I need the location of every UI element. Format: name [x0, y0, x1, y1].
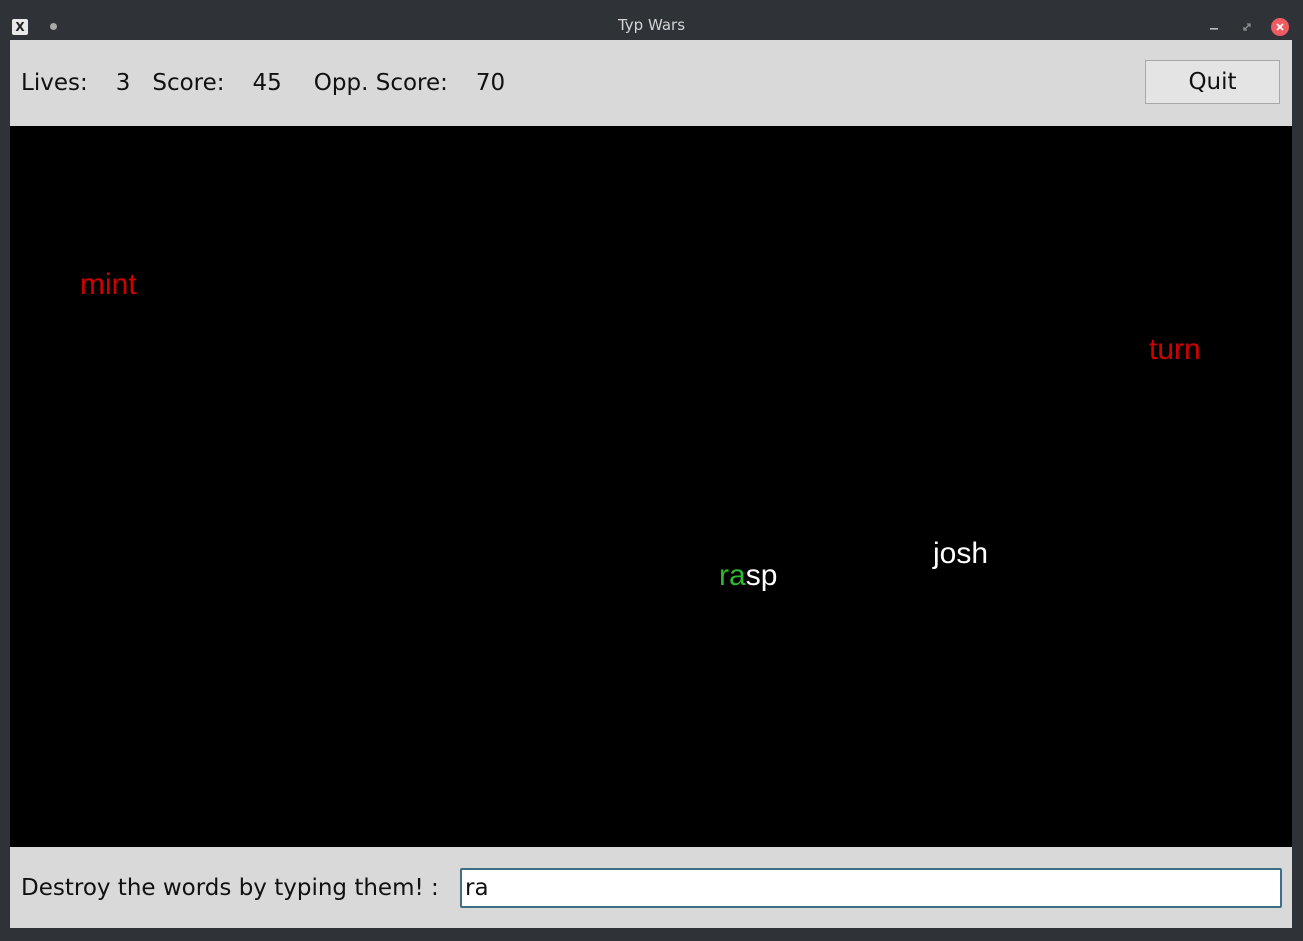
score-value: 45	[252, 70, 282, 96]
input-bar: Destroy the words by typing them! :	[10, 847, 1292, 928]
close-icon[interactable]	[1271, 18, 1289, 36]
falling-word: josh	[933, 537, 989, 570]
falling-word: mint	[80, 268, 137, 301]
typing-input[interactable]	[460, 868, 1282, 908]
title-bar[interactable]: X Typ Wars	[0, 0, 1303, 40]
minimize-icon[interactable]	[1205, 18, 1223, 36]
game-canvas[interactable]: mint turn josh rasp	[10, 126, 1292, 847]
typed-prefix: ra	[719, 559, 746, 592]
app-window: X Typ Wars Lives: 3 Score: 45 Opp. Score…	[0, 0, 1303, 941]
window-title: Typ Wars	[617, 16, 686, 34]
quit-button[interactable]: Quit	[1145, 60, 1280, 104]
remaining-suffix: sp	[745, 559, 778, 592]
opp-score-label: Opp. Score:	[313, 70, 448, 96]
falling-word: turn	[1149, 333, 1201, 366]
score-label: Score:	[152, 70, 225, 96]
lives-label: Lives:	[21, 70, 88, 96]
input-prompt: Destroy the words by typing them! :	[21, 875, 439, 901]
client-area: Lives: 3 Score: 45 Opp. Score: 70 Quit m…	[10, 40, 1292, 928]
targeted-word: rasp	[719, 561, 777, 591]
opp-score-value: 70	[475, 70, 506, 96]
restore-icon[interactable]	[1238, 18, 1256, 36]
lives-value: 3	[115, 70, 131, 96]
status-bar: Lives: 3 Score: 45 Opp. Score: 70 Quit	[10, 40, 1292, 126]
